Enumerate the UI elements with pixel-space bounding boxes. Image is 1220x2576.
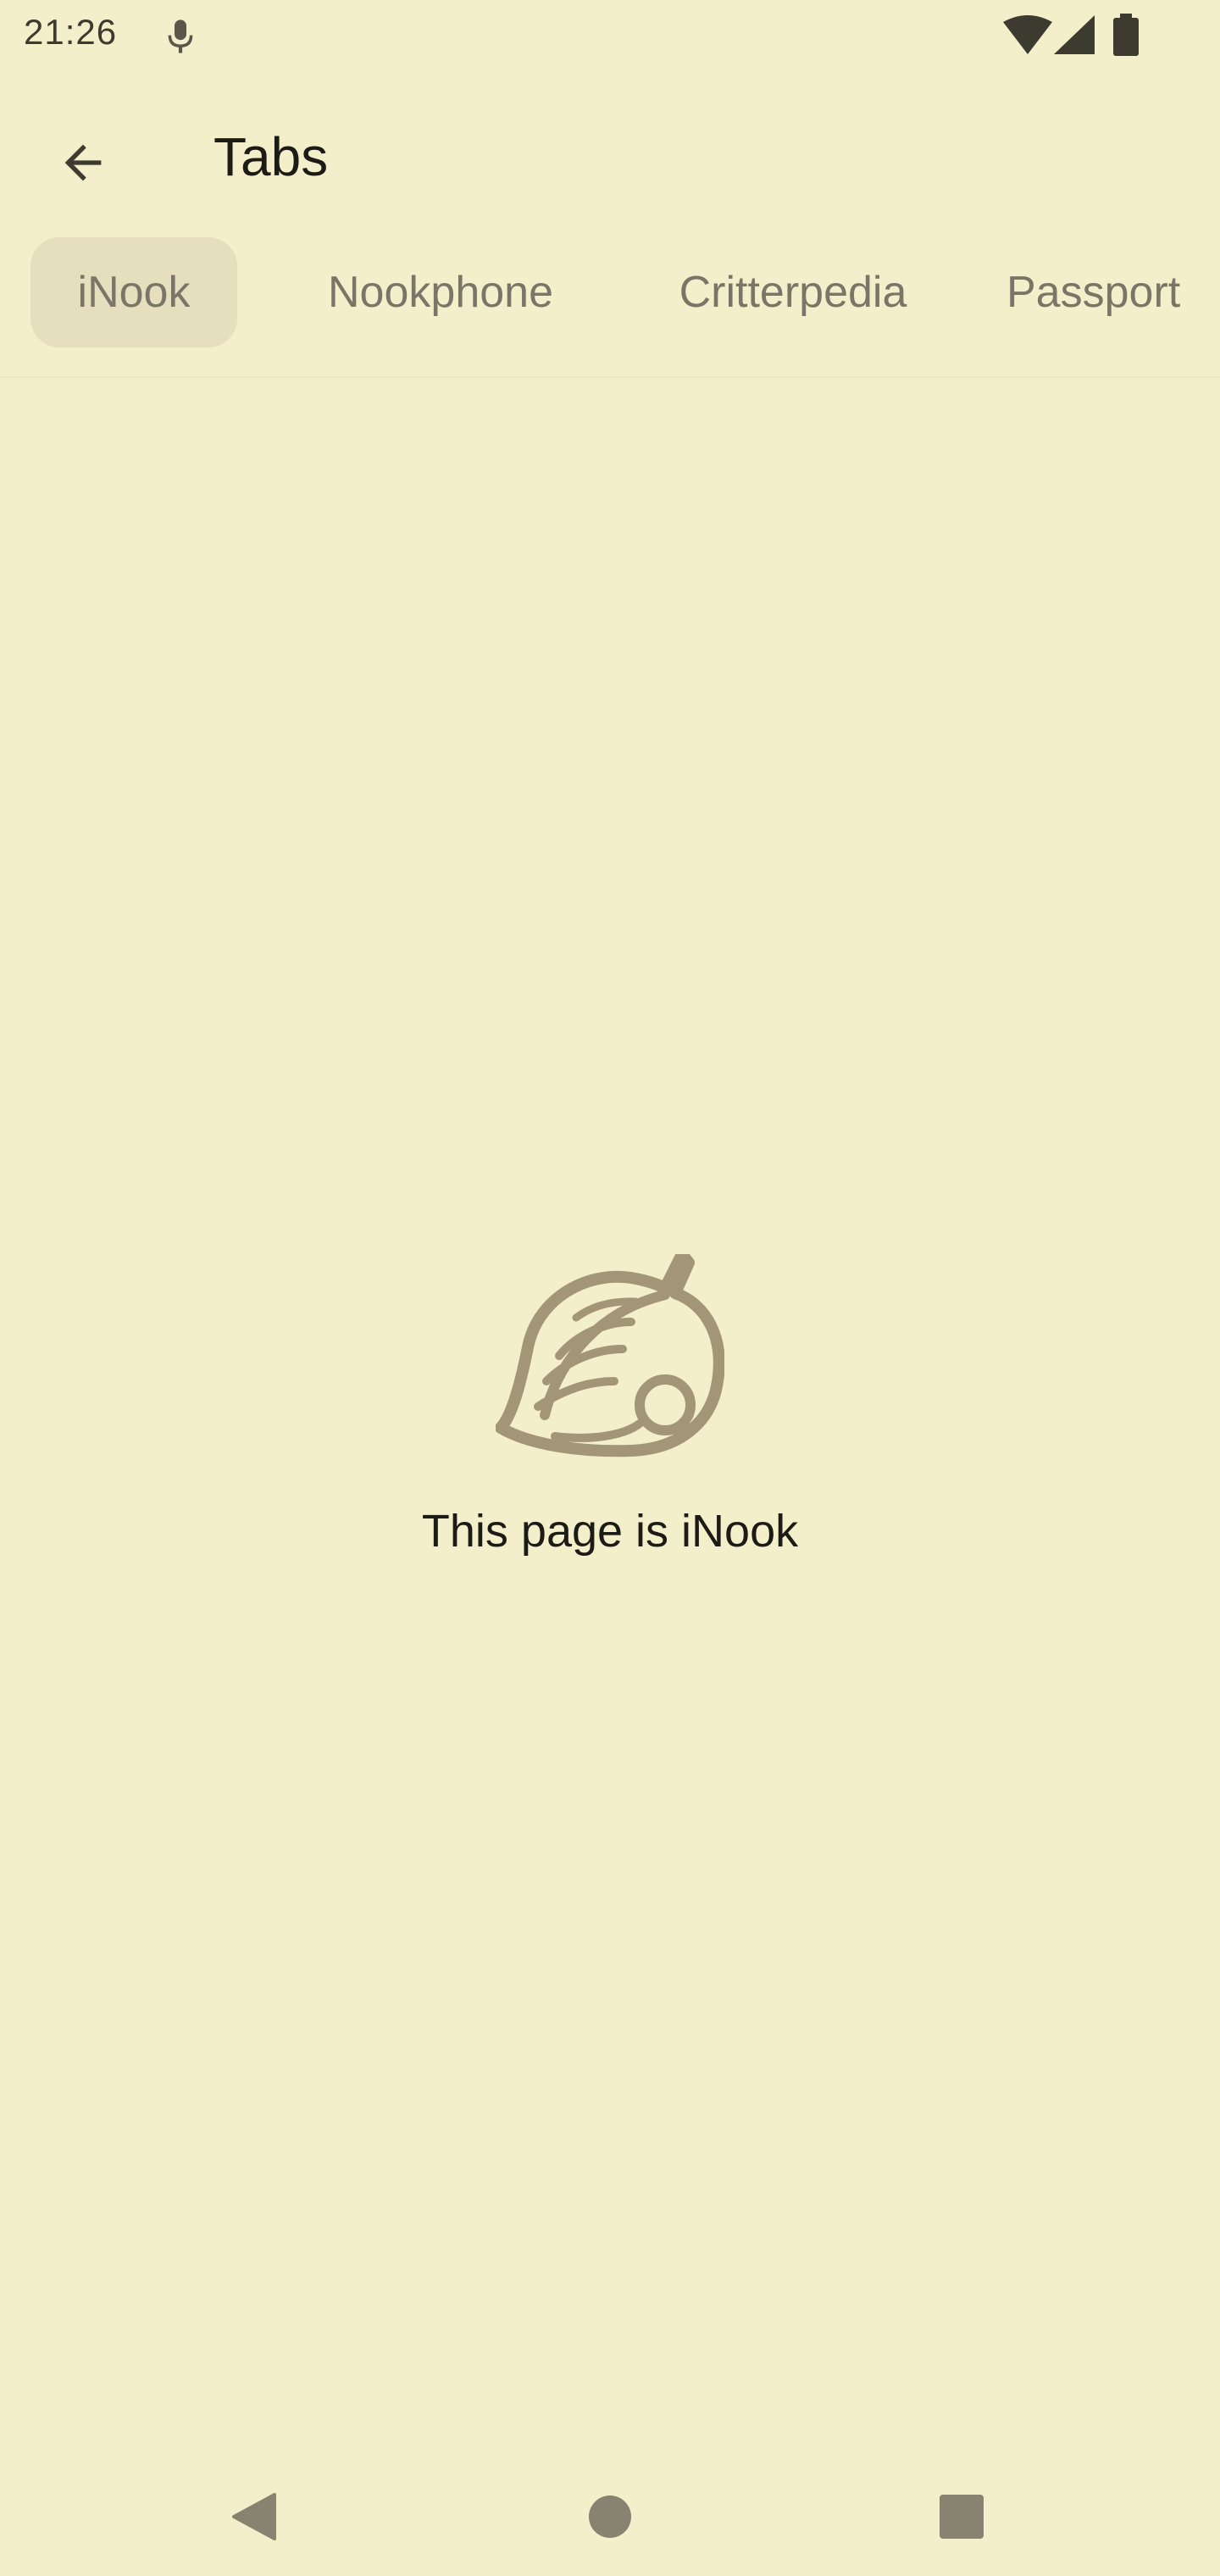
- tab-nookphone[interactable]: Nookphone: [298, 237, 583, 347]
- nav-recents-icon: [940, 2495, 984, 2539]
- leaf-icon: [496, 1254, 724, 1457]
- nav-home-button[interactable]: [568, 2474, 652, 2559]
- status-bar: 21:26: [0, 0, 1220, 75]
- nav-recents-button[interactable]: [919, 2474, 1004, 2559]
- app-bar: Tabs: [0, 81, 1220, 230]
- tab-label: Critterpedia: [679, 268, 907, 317]
- signal-icon: [1054, 15, 1095, 54]
- tab-label: Passport: [1006, 268, 1181, 317]
- back-button[interactable]: [37, 117, 129, 208]
- arrow-back-icon: [64, 144, 102, 181]
- tab-strip: iNook Nookphone Critterpedia Passport: [0, 234, 1220, 378]
- tab-label: Nookphone: [328, 268, 553, 317]
- nav-home-icon: [589, 2496, 631, 2538]
- nav-back-icon: [232, 2493, 276, 2540]
- status-time: 21:26: [24, 12, 118, 52]
- nav-back-button[interactable]: [212, 2474, 297, 2559]
- page-message: This page is iNook: [421, 1506, 799, 1557]
- page-title: Tabs: [214, 126, 329, 187]
- wifi-icon: [1003, 15, 1052, 54]
- battery-icon: [1113, 14, 1139, 56]
- tab-label: iNook: [77, 268, 191, 317]
- tab-critterpedia[interactable]: Critterpedia: [644, 237, 942, 347]
- mic-icon: [168, 19, 193, 53]
- system-nav-bar: [0, 2457, 1220, 2576]
- page-content: This page is iNook: [0, 1254, 1220, 1557]
- tab-inook[interactable]: iNook: [30, 237, 237, 347]
- tab-passport[interactable]: Passport: [1006, 237, 1220, 347]
